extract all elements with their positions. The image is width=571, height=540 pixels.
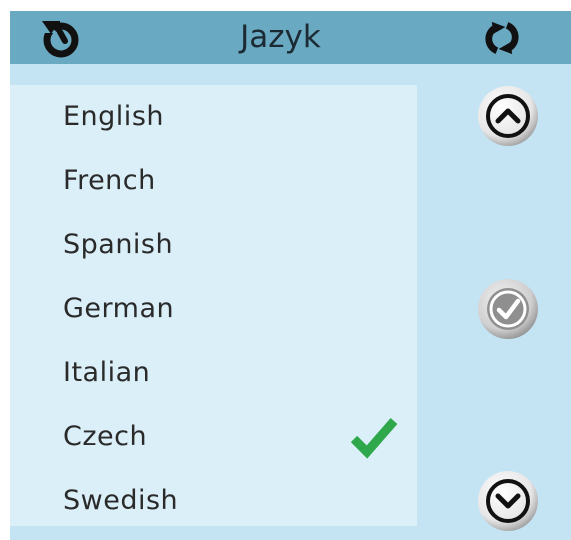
language-label: German	[63, 293, 175, 324]
list-item[interactable]: Swedish	[10, 469, 417, 533]
header-bar: Jazyk	[10, 11, 571, 64]
selected-check-icon	[350, 415, 398, 459]
chevron-down-icon	[478, 471, 538, 531]
list-item[interactable]: Czech	[10, 405, 417, 469]
scroll-down-button[interactable]	[477, 470, 539, 532]
language-label: Spanish	[63, 229, 174, 260]
language-screen: Jazyk English French Spanish German Ital…	[10, 11, 571, 540]
scroll-up-button[interactable]	[477, 85, 539, 147]
chevron-up-icon	[478, 86, 538, 146]
language-label: Czech	[63, 421, 148, 452]
refresh-icon	[485, 21, 519, 55]
confirm-button[interactable]	[477, 278, 539, 340]
checkmark-icon	[478, 279, 538, 339]
list-item[interactable]: French	[10, 149, 417, 213]
language-list: English French Spanish German Italian Cz…	[10, 85, 417, 526]
refresh-button[interactable]	[480, 17, 524, 59]
language-label: French	[63, 165, 156, 196]
list-item[interactable]: German	[10, 277, 417, 341]
page-title: Jazyk	[240, 19, 321, 55]
list-item[interactable]: Spanish	[10, 213, 417, 277]
list-item[interactable]: Italian	[10, 341, 417, 405]
language-label: Swedish	[63, 485, 179, 516]
language-label: Italian	[63, 357, 151, 388]
list-item[interactable]: English	[10, 85, 417, 149]
language-label: English	[63, 101, 164, 132]
